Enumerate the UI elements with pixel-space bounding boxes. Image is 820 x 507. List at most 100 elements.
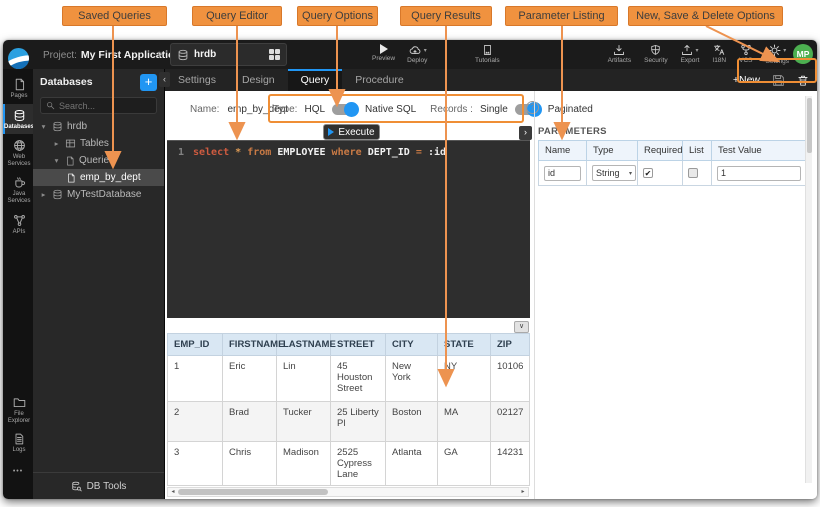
delete-icon[interactable] <box>797 74 809 87</box>
export-button[interactable]: ▾ Export <box>681 44 700 64</box>
horizontal-scrollbar[interactable]: ◂ ▸ <box>167 487 529 497</box>
database-search[interactable] <box>40 97 157 114</box>
param-name-input[interactable] <box>544 166 581 181</box>
vertical-scrollbar[interactable] <box>805 96 812 483</box>
sidebar-item-file-explorer[interactable]: File Explorer <box>3 391 33 428</box>
panel-divider <box>534 91 535 499</box>
caret-right-icon[interactable]: ▸ <box>39 190 48 199</box>
sql-editor[interactable]: 1select * from EMPLOYEE where DEPT_ID = … <box>167 140 530 318</box>
app-switcher-icon[interactable] <box>269 49 280 60</box>
preview-button[interactable]: Preview <box>372 44 395 62</box>
cloud-upload-icon <box>408 44 422 56</box>
caret-down-icon[interactable]: ▾ <box>39 122 48 131</box>
db-tools-button[interactable]: DB Tools <box>33 472 164 499</box>
upload-icon <box>681 44 693 56</box>
left-sidebar: Pages Databases Web Services Java Servic… <box>3 69 33 499</box>
artifacts-button[interactable]: Artifacts <box>608 44 631 64</box>
pages-icon <box>13 78 26 91</box>
deploy-button[interactable]: ▾ Deploy <box>407 44 427 64</box>
top-bar: Project:My First Application › hrdb Prev… <box>3 40 817 69</box>
sidebar-item-web-services[interactable]: Web Services <box>3 134 33 171</box>
callout-saved-queries: Saved Queries <box>62 6 167 26</box>
apis-icon <box>13 214 26 227</box>
param-test-value-input[interactable] <box>717 166 801 181</box>
name-label: Name: <box>190 104 219 115</box>
shield-icon <box>650 44 661 56</box>
i18n-button[interactable]: I18N <box>712 44 726 64</box>
breadcrumb-chevron-icon: › <box>158 45 163 61</box>
tree-node-tables[interactable]: ▸ Tables <box>33 135 164 152</box>
expand-params-icon[interactable]: › <box>519 126 532 140</box>
sidebar-item-apis[interactable]: APIs <box>3 209 33 240</box>
sidebar-item-pages[interactable]: Pages <box>3 73 33 104</box>
table-row: 2BradTucker25 Liberty PlBostonMA02127 <box>168 402 530 442</box>
caret-right-icon[interactable]: ▸ <box>52 139 61 148</box>
type-option-native-sql[interactable]: Native SQL <box>365 104 416 115</box>
settings-button[interactable]: ▾ Settings <box>766 44 790 65</box>
text-cursor: :id <box>428 146 447 159</box>
security-button[interactable]: Security <box>644 44 667 64</box>
tab-query[interactable]: Query <box>288 69 343 91</box>
tab-design[interactable]: Design <box>229 69 288 91</box>
database-tree: ▾ hrdb ▸ Tables ▾ Queries emp_by_dept <box>33 118 164 203</box>
code-line: 1select * from EMPLOYEE where DEPT_ID = … <box>167 141 530 159</box>
database-icon <box>177 49 189 61</box>
param-type-select[interactable]: String▾ <box>592 165 636 181</box>
scrollbar-thumb[interactable] <box>807 98 812 153</box>
globe-icon <box>13 139 26 152</box>
records-option-paginated[interactable]: Paginated <box>548 104 593 115</box>
records-label: Records : <box>430 104 473 115</box>
table-row: 1EricLin45 Houston StreetNew YorkNY10106 <box>168 356 530 402</box>
tree-node-hrdb[interactable]: ▾ hrdb <box>33 118 164 135</box>
help-icon[interactable]: ? <box>526 101 539 114</box>
file-icon <box>65 156 75 166</box>
tutorials-button[interactable]: Tutorials <box>475 44 500 64</box>
more-options-icon[interactable]: ••• <box>3 458 33 499</box>
caret-down-icon[interactable]: ▾ <box>52 156 61 165</box>
scroll-left-icon[interactable]: ◂ <box>168 488 178 496</box>
scroll-right-icon[interactable]: ▸ <box>518 488 528 496</box>
project-name: My First Application <box>81 49 181 61</box>
database-icon <box>52 189 63 200</box>
vcs-button[interactable]: VCS <box>739 44 752 64</box>
parameter-row: String▾ <box>539 161 807 186</box>
collapse-panel-icon[interactable]: ‹ <box>159 72 170 87</box>
parameters-title: PARAMETERS <box>538 126 607 137</box>
download-icon <box>613 44 625 56</box>
tab-procedure[interactable]: Procedure <box>342 69 416 91</box>
callout-parameter-listing: Parameter Listing <box>505 6 618 26</box>
database-chip[interactable]: hrdb <box>170 43 287 66</box>
callout-new-save-delete: New, Save & Delete Options <box>628 6 783 26</box>
param-list-checkbox[interactable] <box>688 168 698 178</box>
tree-node-emp-by-dept[interactable]: emp_by_dept <box>33 169 164 186</box>
save-icon[interactable] <box>772 74 785 87</box>
param-required-checkbox[interactable] <box>643 168 653 178</box>
type-label: Type: <box>273 104 297 115</box>
sidebar-item-logs[interactable]: Logs <box>3 428 33 458</box>
new-query-button[interactable]: +New <box>733 74 760 86</box>
databases-panel-title: Databases <box>40 76 93 88</box>
tree-node-queries[interactable]: ▾ Queries <box>33 152 164 169</box>
type-toggle[interactable] <box>332 104 358 115</box>
query-options-row: Type: HQL Native SQL Records : Single Pa… <box>273 99 519 120</box>
add-database-button[interactable]: + <box>140 74 157 91</box>
tree-node-mytestdatabase[interactable]: ▸ MyTestDatabase <box>33 186 164 203</box>
search-input[interactable] <box>59 101 151 111</box>
scrollbar-thumb[interactable] <box>178 489 328 495</box>
user-avatar[interactable]: MP <box>793 44 813 64</box>
execute-button[interactable]: Execute <box>323 124 380 140</box>
db-tools-icon <box>71 481 82 492</box>
line-number: 1 <box>167 146 193 159</box>
toggle-knob <box>344 102 359 117</box>
type-option-hql[interactable]: HQL <box>304 104 325 115</box>
tab-settings[interactable]: Settings <box>165 69 229 91</box>
caret-down-icon: ▾ <box>629 170 632 177</box>
records-option-single[interactable]: Single <box>480 104 508 115</box>
databases-icon <box>13 109 26 122</box>
database-icon <box>52 121 63 132</box>
sidebar-item-java-services[interactable]: Java Services <box>3 171 33 208</box>
collapse-results-icon[interactable]: ∨ <box>514 321 529 333</box>
sidebar-item-databases[interactable]: Databases <box>3 104 33 135</box>
folder-icon <box>13 396 26 409</box>
app-window: Project:My First Application › hrdb Prev… <box>3 40 817 499</box>
